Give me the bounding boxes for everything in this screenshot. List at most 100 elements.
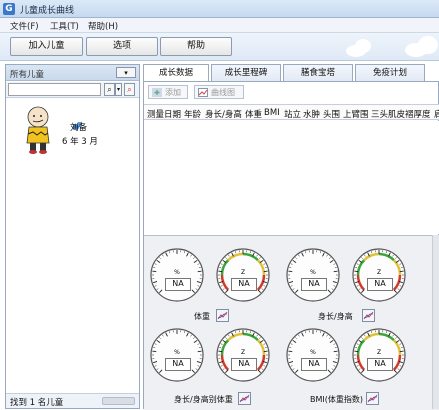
gauge-unit-symbol: Z bbox=[377, 349, 381, 356]
menu-file[interactable]: 文件(F) bbox=[10, 20, 39, 32]
gauge-tick bbox=[288, 351, 292, 352]
gauge-value: NA bbox=[231, 358, 257, 371]
tab-milestones[interactable]: 成长里程碑 bbox=[211, 64, 281, 81]
column-header[interactable]: 站立 bbox=[284, 108, 301, 120]
gauge-dial: % bbox=[148, 246, 206, 304]
gauge-tick bbox=[400, 351, 404, 352]
weight-for-height-chart-icon[interactable] bbox=[238, 392, 251, 405]
column-header[interactable]: 上臂围 bbox=[343, 108, 369, 120]
menu-bar: 文件(F) 工具(T) 帮助(H) bbox=[0, 18, 439, 33]
column-header[interactable]: 年龄 bbox=[184, 108, 201, 120]
gauge-tick bbox=[152, 271, 156, 272]
gauge-unit-symbol: % bbox=[310, 269, 316, 276]
gauge-dial: Z bbox=[350, 246, 408, 304]
search-dropdown-icon[interactable]: ▾ bbox=[115, 83, 122, 96]
child-avatar bbox=[20, 105, 56, 155]
toolbar: 加入儿童 选项 帮助 bbox=[0, 33, 439, 61]
menu-help[interactable]: 帮助(H) bbox=[88, 20, 118, 32]
children-list-title: 所有儿童 bbox=[10, 68, 44, 80]
table-header: 测量日期 年龄 身长/身高 体重 BMI 站立 水肿 头围 上臂围 三头肌皮褶厚… bbox=[144, 104, 439, 120]
gauge-tick bbox=[218, 351, 222, 352]
column-header[interactable]: 体重 bbox=[245, 108, 262, 120]
search-input[interactable] bbox=[8, 83, 101, 96]
line-chart-icon bbox=[363, 310, 374, 321]
column-header[interactable]: BMI bbox=[264, 108, 280, 118]
gauge-tick bbox=[264, 271, 268, 272]
weight-chart-icon[interactable] bbox=[216, 309, 229, 322]
gauge-value: NA bbox=[367, 278, 393, 291]
gauge-value: NA bbox=[165, 278, 191, 291]
weight-zscore-gauge: ZNA bbox=[214, 246, 272, 304]
gauge-tick bbox=[334, 351, 338, 352]
gauge-tick bbox=[334, 271, 338, 272]
gauge-unit-symbol: Z bbox=[377, 269, 381, 276]
add-record-label: 添加 bbox=[165, 88, 181, 97]
gauge-unit-symbol: Z bbox=[241, 349, 245, 356]
chart-button-label: 曲线图 bbox=[211, 88, 235, 97]
children-list-header: 所有儿童 ▾ bbox=[6, 65, 139, 81]
clear-search-icon[interactable]: ⌕ bbox=[124, 83, 135, 96]
bmi-label: BMI(体重指数) bbox=[310, 394, 363, 405]
weight-percentile-gauge: % NA bbox=[148, 246, 206, 304]
line-chart-icon bbox=[217, 310, 228, 321]
gauge-dial: % bbox=[284, 246, 342, 304]
vertical-scrollbar[interactable] bbox=[432, 235, 439, 409]
search-icon[interactable]: ⌕ bbox=[104, 83, 115, 96]
weight-for-height-percentile-gauge: % NA bbox=[148, 326, 206, 384]
search-row: ⌕ ▾ ⌕ bbox=[6, 82, 139, 98]
tab-diet-pyramid[interactable]: 膳食宝塔 bbox=[283, 64, 353, 81]
gauge-tick bbox=[354, 351, 358, 352]
chart-button[interactable]: 曲线图 bbox=[194, 85, 244, 99]
bmi-zscore-gauge: ZNA bbox=[350, 326, 408, 384]
gauge-tick bbox=[198, 351, 202, 352]
line-chart-icon bbox=[367, 393, 378, 404]
tab-immunization[interactable]: 免疫计划 bbox=[355, 64, 425, 81]
chart-icon bbox=[198, 88, 208, 97]
tab-strip: 成长数据 成长里程碑 膳食宝塔 免疫计划 bbox=[143, 64, 439, 81]
options-button[interactable]: 选项 bbox=[86, 37, 158, 56]
column-header[interactable]: 三头肌皮褶厚度 bbox=[371, 108, 431, 120]
gauge-unit-symbol: % bbox=[310, 349, 316, 356]
growth-records-table[interactable] bbox=[144, 121, 439, 234]
add-icon bbox=[152, 88, 162, 97]
column-header[interactable]: 身长/身高 bbox=[205, 108, 242, 120]
column-header[interactable]: 水肿 bbox=[303, 108, 320, 120]
app-icon: G bbox=[3, 3, 15, 15]
gauge-dial: Z bbox=[214, 326, 272, 384]
column-header[interactable]: 头围 bbox=[323, 108, 340, 120]
bmi-chart-icon[interactable] bbox=[366, 392, 379, 405]
gauge-tick bbox=[198, 271, 202, 272]
gauge-value: NA bbox=[165, 358, 191, 371]
gauge-unit-symbol: % bbox=[174, 269, 180, 276]
bmi-percentile-gauge: %NA bbox=[284, 326, 342, 384]
menu-tools[interactable]: 工具(T) bbox=[50, 20, 79, 32]
help-button[interactable]: 帮助 bbox=[160, 37, 232, 56]
line-chart-icon bbox=[239, 393, 250, 404]
add-record-button[interactable]: 添加 bbox=[148, 85, 188, 99]
gauge-dial: % bbox=[284, 326, 342, 384]
gauge-unit-symbol: Z bbox=[241, 269, 245, 276]
gauge-tick bbox=[354, 271, 358, 272]
growth-data-panel: 添加 曲线图 测量日期 年龄 身长/身高 体重 BMI 站立 水肿 头围 上臂围… bbox=[143, 81, 439, 409]
gauge-tick bbox=[400, 271, 404, 272]
window-title: 儿童成长曲线 bbox=[20, 3, 74, 16]
status-bar: 找到 1 名儿童 bbox=[6, 393, 139, 408]
view-toggle-button[interactable]: ▾ bbox=[116, 67, 136, 78]
add-child-button[interactable]: 加入儿童 bbox=[10, 37, 83, 56]
child-name: 刘备 bbox=[70, 121, 87, 133]
horizontal-scrollbar[interactable] bbox=[102, 397, 135, 405]
gauge-dial: % bbox=[148, 326, 206, 384]
column-header[interactable]: 肩 bbox=[434, 108, 439, 120]
column-header[interactable]: 测量日期 bbox=[147, 108, 181, 120]
children-count: 找到 1 名儿童 bbox=[10, 396, 63, 408]
height-chart-icon[interactable] bbox=[362, 309, 375, 322]
gauge-unit-symbol: % bbox=[174, 349, 180, 356]
cloud-icon bbox=[418, 36, 438, 54]
gauge-tick bbox=[264, 351, 268, 352]
tab-growth-data[interactable]: 成长数据 bbox=[143, 64, 209, 82]
gauge-panel: %NA ZNA %NA ZNA 体重 身长/身高 %NA ZNA %NA ZNA… bbox=[144, 235, 439, 410]
gauge-tick bbox=[288, 271, 292, 272]
gauge-tick bbox=[218, 271, 222, 272]
gauge-tick bbox=[152, 351, 156, 352]
sub-toolbar: 添加 曲线图 bbox=[144, 83, 438, 101]
